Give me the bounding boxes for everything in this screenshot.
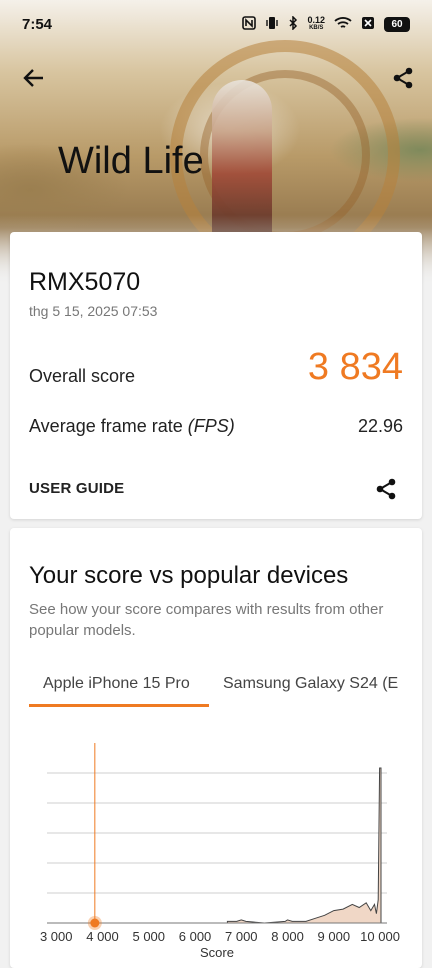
overall-score-label: Overall score <box>29 366 136 386</box>
result-card: RMX5070 thg 5 15, 2025 07:53 Overall sco… <box>10 232 422 519</box>
status-icons: 0.12 KB/S 60 <box>242 14 410 33</box>
network-speed-value: 0.12 <box>307 15 325 25</box>
nfc-icon <box>242 15 257 33</box>
share-icon <box>393 67 413 89</box>
user-guide-link[interactable]: USER GUIDE <box>29 480 124 497</box>
battery-indicator: 60 <box>384 16 410 32</box>
share-button[interactable] <box>385 60 421 96</box>
device-name: RMX5070 <box>29 268 141 296</box>
x-tick-label: 4 000 <box>86 929 119 944</box>
result-share-button[interactable] <box>372 475 400 503</box>
back-button[interactable] <box>16 60 52 96</box>
overall-score-value: 3 834 <box>307 346 403 388</box>
fps-label: Average frame rate (FPS) <box>29 416 235 437</box>
distribution-area <box>226 767 382 924</box>
network-speed-unit: KB/S <box>309 25 324 31</box>
network-speed: 0.12 KB/S <box>307 16 325 32</box>
x-tick-label: 7 000 <box>225 929 258 944</box>
x-axis-title: Score <box>200 945 234 960</box>
fps-label-unit: (FPS) <box>187 416 235 436</box>
your-score-marker <box>90 918 100 928</box>
score-distribution-chart: 3 000 4 000 5 000 6 000 7 000 8 000 9 000 10 00… <box>40 743 400 960</box>
x-tick-label: 9 000 <box>318 929 351 944</box>
page-title: Wild Life <box>58 140 204 182</box>
share-icon <box>376 478 396 500</box>
status-bar: 7:54 0.12 KB/S 60 <box>0 0 432 48</box>
wifi-icon <box>334 16 352 33</box>
bluetooth-icon <box>288 14 298 33</box>
no-sim-icon <box>361 16 375 33</box>
tab-apple-iphone-15-pro[interactable]: Apple iPhone 15 Pro <box>43 675 190 693</box>
fps-label-text: Average frame rate <box>29 416 188 436</box>
tab-samsung-galaxy-s24[interactable]: Samsung Galaxy S24 (E <box>223 675 398 693</box>
test-date: thg 5 15, 2025 07:53 <box>29 303 158 319</box>
arrow-left-icon <box>23 69 43 87</box>
comparison-description: See how your score compares with results… <box>29 601 384 639</box>
vibrate-icon <box>265 16 279 33</box>
x-tick-label: 10 000 <box>360 929 400 944</box>
x-tick-label: 6 000 <box>179 929 212 944</box>
comparison-card: Your score vs popular devices See how yo… <box>10 528 422 968</box>
x-tick-label: 5 000 <box>132 929 165 944</box>
x-tick-label: 3 000 <box>40 929 73 944</box>
comparison-title: Your score vs popular devices <box>29 562 349 589</box>
status-time: 7:54 <box>22 15 53 33</box>
fps-value: 22.96 <box>357 416 403 436</box>
x-tick-label: 8 000 <box>271 929 304 944</box>
tab-selected-indicator <box>29 704 209 707</box>
device-tabs: Apple iPhone 15 Pro Samsung Galaxy S24 (… <box>10 663 422 709</box>
